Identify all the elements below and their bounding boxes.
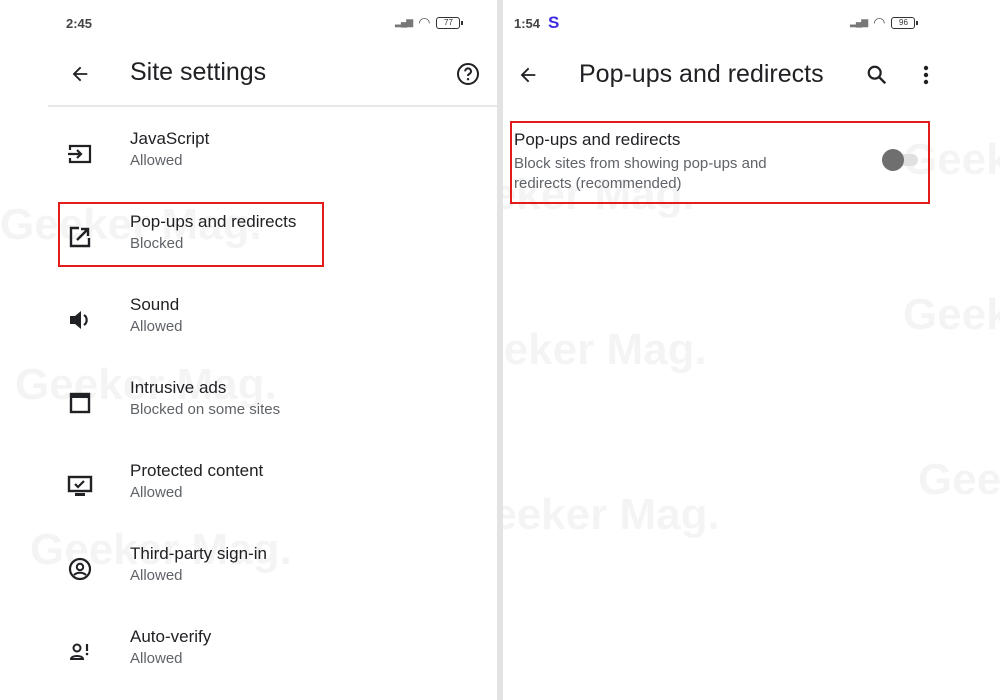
person-alert-icon	[65, 637, 95, 667]
signal-icon: ▂▄▆	[850, 17, 868, 27]
item-title: JavaScript	[130, 129, 210, 148]
site-settings-screen: Geeker Mag. Geeker Mag. Geeker Mag. 2:45…	[0, 0, 497, 700]
watermark: Geeker Mag.	[903, 290, 1000, 340]
account-circle-icon	[65, 554, 95, 584]
volume-icon	[65, 305, 95, 335]
battery-icon: 96	[891, 16, 919, 29]
window-icon	[65, 388, 95, 418]
back-arrow-icon[interactable]	[514, 61, 542, 89]
item-title: Third-party sign-in	[130, 544, 267, 563]
back-arrow-icon[interactable]	[66, 60, 94, 88]
more-options-icon[interactable]	[916, 62, 936, 88]
item-title: Intrusive ads	[130, 378, 227, 397]
popups-screen: Geeker Mag. Geeker Mag. Geeker Mag. Geek…	[503, 0, 1000, 700]
app-notification-badge: S	[548, 13, 560, 32]
search-icon[interactable]	[864, 62, 890, 88]
item-subtitle: Allowed	[130, 650, 183, 667]
highlight-box	[510, 121, 930, 204]
setting-sound[interactable]: Sound Allowed	[55, 295, 485, 365]
page-title: Pop-ups and redirects	[579, 60, 824, 88]
javascript-icon	[65, 139, 95, 169]
setting-third-party-sign-in[interactable]: Third-party sign-in Allowed	[55, 544, 485, 614]
wifi-icon: ◠	[873, 14, 886, 30]
item-title: Protected content	[130, 461, 264, 480]
wifi-icon: ◠	[418, 14, 431, 30]
setting-protected-content[interactable]: Protected content Allowed	[55, 461, 485, 531]
item-subtitle: Blocked on some sites	[130, 401, 281, 418]
header-divider	[48, 105, 497, 107]
status-icons: ▂▄▆ ◠ 77	[395, 14, 464, 31]
setting-auto-verify[interactable]: Auto-verify Allowed	[55, 627, 485, 697]
watermark: Geeker Mag.	[503, 490, 720, 540]
signal-icon: ▂▄▆	[395, 17, 413, 27]
watermark: Geeker Mag.	[503, 325, 707, 375]
setting-intrusive-ads[interactable]: Intrusive ads Blocked on some sites	[55, 378, 485, 448]
help-icon[interactable]	[455, 61, 481, 87]
status-time: 1:54	[514, 16, 541, 31]
highlight-box	[58, 202, 324, 267]
item-subtitle: Allowed	[130, 318, 183, 335]
item-subtitle: Allowed	[130, 567, 183, 584]
item-subtitle: Allowed	[130, 484, 183, 501]
setting-javascript[interactable]: JavaScript Allowed	[55, 129, 485, 199]
item-subtitle: Allowed	[130, 152, 183, 169]
status-time: 2:45	[66, 16, 93, 31]
monitor-check-icon	[65, 471, 95, 501]
status-icons: ▂▄▆ ◠ 96	[850, 14, 919, 31]
page-title: Site settings	[130, 58, 267, 86]
item-title: Sound	[130, 295, 180, 314]
item-title: Auto-verify	[130, 627, 212, 646]
battery-icon: 77	[436, 16, 464, 29]
watermark: Geeker Mag.	[918, 455, 1000, 505]
